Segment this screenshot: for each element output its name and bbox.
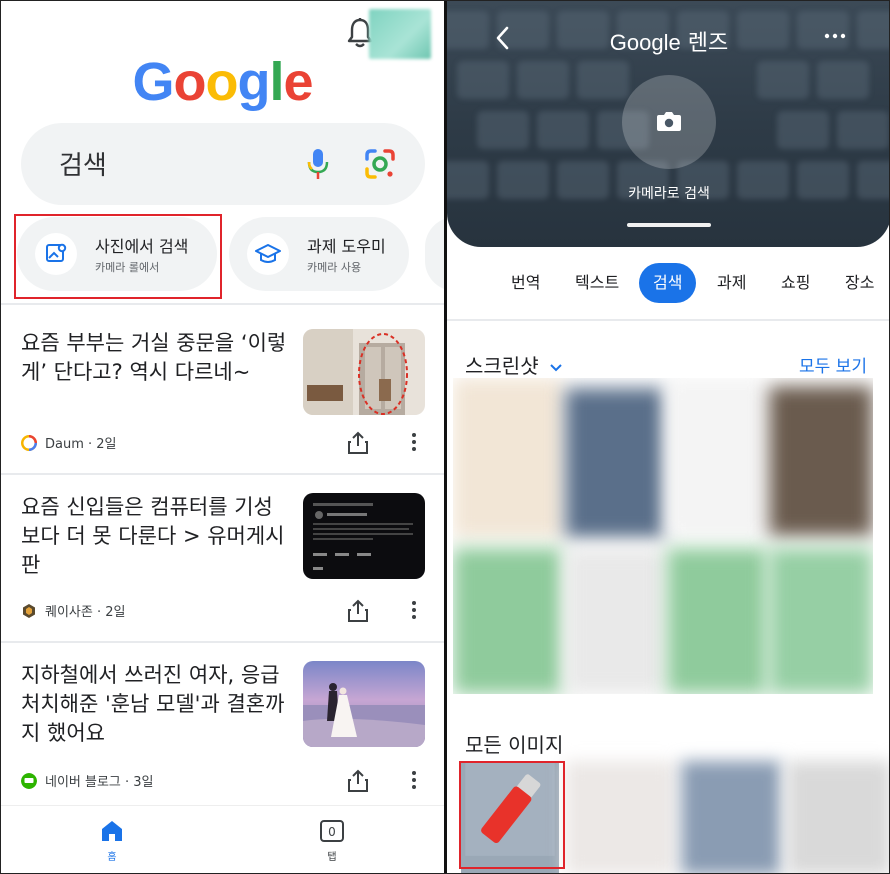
screenshot-tile bbox=[453, 548, 563, 694]
microphone-icon[interactable] bbox=[303, 147, 333, 181]
more-vert-icon[interactable] bbox=[407, 599, 421, 621]
image-tile[interactable] bbox=[787, 761, 889, 873]
camera-icon bbox=[657, 112, 681, 131]
google-lens-icon[interactable] bbox=[363, 147, 397, 181]
tabs-icon: 0 bbox=[320, 820, 344, 842]
logo-letter: g bbox=[237, 52, 270, 112]
more-chip[interactable] bbox=[425, 217, 444, 291]
see-all-link[interactable]: 모두 보기 bbox=[799, 352, 867, 377]
all-images-title: 모든 이미지 bbox=[465, 733, 564, 757]
camera-viewfinder[interactable]: Google 렌즈 카메라로 검색 bbox=[447, 1, 889, 247]
lens-mode-tabs: 번역 텍스트 검색 과제 쇼핑 장소 bbox=[447, 263, 889, 307]
graduation-cap-icon bbox=[255, 244, 281, 263]
tab-search[interactable]: 검색 bbox=[639, 263, 697, 303]
tab-places[interactable]: 장소 bbox=[845, 263, 874, 303]
highlight-box bbox=[14, 214, 222, 299]
screenshot-tile bbox=[565, 548, 665, 694]
logo-letter: o bbox=[205, 52, 238, 112]
screenshot-tile bbox=[769, 386, 873, 536]
home-icon bbox=[102, 821, 122, 841]
screenshot-tile bbox=[453, 378, 563, 538]
drag-handle[interactable] bbox=[627, 223, 711, 227]
article-title[interactable]: 요즘 부부는 거실 중문을 ‘이렇게’ 단다고? 역시 다르네~ bbox=[21, 329, 289, 387]
interior-door-image bbox=[303, 329, 425, 415]
image-tile[interactable] bbox=[681, 761, 781, 873]
article-thumbnail[interactable] bbox=[303, 493, 425, 579]
screenshot-tile bbox=[667, 378, 767, 538]
source-label: Daum · 2일 bbox=[45, 437, 117, 452]
search-bar[interactable]: 검색 bbox=[21, 123, 425, 205]
screenshots-title: 스크린샷 bbox=[465, 354, 539, 378]
more-vert-icon[interactable] bbox=[407, 769, 421, 791]
divider bbox=[1, 303, 444, 305]
nav-home[interactable]: 홈 bbox=[97, 818, 127, 868]
article-title[interactable]: 요즘 신입들은 컴퓨터를 기성보다 더 못 다룬다 > 유머게시판 bbox=[21, 493, 289, 580]
logo-letter: l bbox=[269, 52, 284, 112]
share-icon[interactable] bbox=[347, 431, 369, 455]
nav-home-label: 홈 bbox=[107, 852, 117, 863]
title-suffix: 렌즈 bbox=[680, 31, 729, 56]
tab-translate[interactable]: 번역 bbox=[511, 263, 540, 303]
screenshot-frame: Google 검색 사진에서 검색 카메라 롤에서 과제 도우미 카메라 사용 … bbox=[0, 0, 890, 874]
divider bbox=[447, 319, 889, 321]
bottom-nav: 홈 0 탭 bbox=[1, 805, 444, 873]
chip-title: 과제 도우미 bbox=[307, 237, 386, 256]
screenshot-tile bbox=[565, 388, 665, 538]
camera-search-button[interactable] bbox=[622, 75, 716, 169]
google-lens-screen: Google 렌즈 카메라로 검색 번역 텍스트 검색 과제 쇼핑 장소 스크린… bbox=[447, 1, 889, 873]
chevron-down-icon bbox=[550, 364, 562, 372]
screenshot-tile bbox=[769, 548, 873, 694]
tab-homework[interactable]: 과제 bbox=[717, 263, 746, 303]
source-label: 네이버 블로그 · 3일 bbox=[45, 775, 154, 790]
screenshots-grid[interactable] bbox=[453, 378, 873, 694]
screenshot-tile bbox=[667, 548, 767, 694]
quasarzone-icon bbox=[23, 603, 35, 618]
title-brand: Google bbox=[609, 30, 681, 55]
dark-post-image bbox=[303, 493, 425, 579]
camera-search-label: 카메라로 검색 bbox=[628, 186, 710, 202]
search-input[interactable]: 검색 bbox=[59, 145, 107, 182]
article-source[interactable]: 네이버 블로그 · 3일 bbox=[21, 771, 154, 790]
chip-subtitle: 카메라 사용 bbox=[307, 261, 362, 274]
article-source[interactable]: 퀘이사존 · 2일 bbox=[21, 601, 125, 620]
more-horiz-icon[interactable] bbox=[823, 29, 847, 43]
tabs-count: 0 bbox=[328, 825, 336, 839]
article-thumbnail[interactable] bbox=[303, 661, 425, 747]
logo-letter: G bbox=[132, 52, 174, 112]
screenshots-section-title[interactable]: 스크린샷 bbox=[465, 350, 563, 379]
google-app-home: Google 검색 사진에서 검색 카메라 롤에서 과제 도우미 카메라 사용 … bbox=[1, 1, 444, 873]
article-thumbnail[interactable] bbox=[303, 329, 425, 415]
source-label: 퀘이사존 · 2일 bbox=[45, 605, 126, 620]
image-tile[interactable] bbox=[565, 761, 675, 873]
divider bbox=[1, 473, 444, 475]
tab-shopping[interactable]: 쇼핑 bbox=[781, 263, 810, 303]
daum-icon bbox=[21, 434, 37, 451]
highlight-box bbox=[459, 761, 565, 869]
homework-help-chip[interactable]: 과제 도우미 카메라 사용 bbox=[229, 217, 409, 291]
tab-text[interactable]: 텍스트 bbox=[575, 263, 619, 303]
more-vert-icon[interactable] bbox=[407, 431, 421, 453]
article-source[interactable]: Daum · 2일 bbox=[21, 433, 117, 452]
share-icon[interactable] bbox=[347, 599, 369, 623]
google-logo: Google bbox=[1, 51, 444, 113]
share-icon[interactable] bbox=[347, 769, 369, 793]
wedding-photo-image bbox=[303, 661, 425, 747]
naver-blog-icon bbox=[21, 772, 37, 789]
logo-letter: e bbox=[283, 52, 313, 112]
logo-letter: o bbox=[173, 52, 206, 112]
divider bbox=[1, 641, 444, 643]
chip-icon-bg bbox=[247, 233, 289, 275]
article-title[interactable]: 지하철에서 쓰러진 여자, 응급처치해준 '훈남 모델'과 결혼까지 했어요 bbox=[21, 661, 289, 748]
nav-tabs[interactable]: 0 탭 bbox=[317, 818, 347, 868]
nav-tabs-label: 탭 bbox=[327, 852, 337, 863]
